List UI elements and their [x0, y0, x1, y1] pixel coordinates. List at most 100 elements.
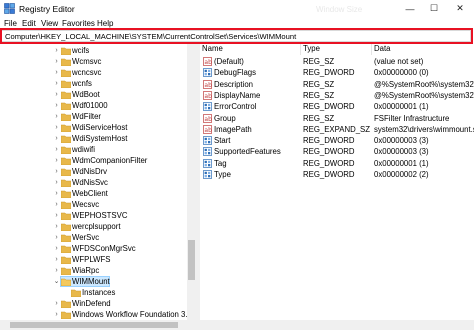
- chevron-right-icon[interactable]: ›: [52, 90, 61, 99]
- value-name: (Default): [214, 57, 244, 66]
- tree-vertical-scrollbar[interactable]: [187, 44, 196, 320]
- chevron-right-icon[interactable]: ›: [52, 244, 61, 253]
- tree-item[interactable]: › wercplsupport: [0, 221, 196, 232]
- menu-help[interactable]: Help: [97, 19, 113, 28]
- folder-icon: [61, 223, 71, 231]
- tree-item-label: wdiwifi: [72, 145, 95, 154]
- value-row[interactable]: ErrorControl REG_DWORD 0x00000001 (1): [200, 101, 474, 112]
- chevron-right-icon[interactable]: ›: [52, 255, 61, 264]
- tree-item[interactable]: › WinDefend: [0, 298, 196, 309]
- tree-item-label: WIMMount: [72, 277, 110, 286]
- tree-item[interactable]: › WebClient: [0, 188, 196, 199]
- tree-item[interactable]: › wdiwifi: [0, 144, 196, 155]
- tree-item[interactable]: Instances: [0, 287, 196, 298]
- value-type: REG_DWORD: [303, 170, 355, 179]
- tree-item[interactable]: › wcnfs: [0, 78, 196, 89]
- string-value-icon: ab: [203, 113, 212, 123]
- tree-item[interactable]: › Wdf01000: [0, 100, 196, 111]
- chevron-right-icon[interactable]: ›: [52, 299, 61, 308]
- value-row[interactable]: SupportedFeatures REG_DWORD 0x00000003 (3): [200, 146, 474, 157]
- value-data: 0x00000003 (3): [374, 136, 429, 146]
- chevron-right-icon[interactable]: ›: [52, 112, 61, 121]
- tree-item[interactable]: › WEPHOSTSVC: [0, 210, 196, 221]
- key-tree: › wcifs › Wcmsvc › wcncsvc › wcnfs › WdBoot › Wdf01…: [0, 44, 196, 330]
- tree-item[interactable]: ⌄ WIMMount: [0, 276, 196, 287]
- chevron-right-icon[interactable]: ›: [52, 57, 61, 66]
- close-button[interactable]: ✕: [446, 0, 474, 17]
- close-icon: ✕: [456, 3, 464, 13]
- column-header-type[interactable]: Type: [301, 44, 372, 55]
- value-row[interactable]: ab (Default) REG_SZ (value not set): [200, 56, 474, 67]
- folder-icon: [61, 58, 71, 66]
- tree-item[interactable]: › WiaRpc: [0, 265, 196, 276]
- chevron-right-icon[interactable]: ›: [52, 101, 61, 110]
- chevron-right-icon[interactable]: ›: [52, 123, 61, 132]
- minimize-button[interactable]: —: [397, 0, 423, 17]
- value-type: REG_SZ: [303, 113, 335, 123]
- value-row[interactable]: Type REG_DWORD 0x00000002 (2): [200, 169, 474, 180]
- tree-item[interactable]: › Wecsvc: [0, 199, 196, 210]
- chevron-right-icon[interactable]: ›: [52, 68, 61, 77]
- value-row[interactable]: ab ImagePath REG_EXPAND_SZ system32\drivers…: [200, 124, 474, 135]
- chevron-right-icon[interactable]: ›: [52, 211, 61, 220]
- chevron-right-icon[interactable]: ›: [52, 156, 61, 165]
- tree-item[interactable]: › WFPLWFS: [0, 254, 196, 265]
- value-row[interactable]: ab Group REG_SZ FSFilter Infrastructure: [200, 113, 474, 124]
- registry-editor-icon: [4, 3, 15, 14]
- tree-item[interactable]: › Windows Workflow Foundation 3.0.0: [0, 309, 196, 320]
- tree-item[interactable]: › WdNisDrv: [0, 166, 196, 177]
- chevron-right-icon[interactable]: ›: [52, 167, 61, 176]
- chevron-right-icon[interactable]: ›: [52, 46, 61, 55]
- value-row[interactable]: Start REG_DWORD 0x00000003 (3): [200, 135, 474, 146]
- chevron-right-icon[interactable]: ›: [52, 266, 61, 275]
- chevron-right-icon[interactable]: ›: [52, 134, 61, 143]
- tree-item[interactable]: › WdFilter: [0, 111, 196, 122]
- tree-item-label: WdNisDrv: [72, 167, 108, 176]
- chevron-right-icon[interactable]: ›: [52, 189, 61, 198]
- value-name: SupportedFeatures: [214, 147, 281, 157]
- tree-item[interactable]: › Wcmsvc: [0, 56, 196, 67]
- chevron-right-icon[interactable]: ›: [52, 200, 61, 209]
- chevron-right-icon[interactable]: ›: [52, 145, 61, 154]
- column-header-data[interactable]: Data: [372, 44, 474, 55]
- tree-item[interactable]: › WdNisSvc: [0, 177, 196, 188]
- maximize-button[interactable]: ☐: [421, 0, 447, 17]
- tree-horizontal-scrollbar[interactable]: [0, 320, 196, 330]
- tree-item-label: WdNisSvc: [72, 178, 108, 187]
- value-data: @%SystemRoot%\system32\drivers\wimmount.…: [374, 79, 474, 89]
- chevron-right-icon[interactable]: ›: [52, 233, 61, 242]
- menu-view[interactable]: View: [41, 19, 58, 28]
- chevron-right-icon[interactable]: ›: [52, 222, 61, 231]
- tree-item-label: WerSvc: [72, 233, 100, 242]
- tree-item[interactable]: › wcncsvc: [0, 67, 196, 78]
- tree-item[interactable]: › WdBoot: [0, 89, 196, 100]
- chevron-right-icon[interactable]: ›: [52, 178, 61, 187]
- tree-item-label: Wecsvc: [72, 200, 100, 209]
- window-title: Registry Editor: [19, 4, 75, 14]
- tree-scroll-thumb[interactable]: [188, 240, 195, 280]
- tree-item[interactable]: › WdmCompanionFilter: [0, 155, 196, 166]
- chevron-down-icon[interactable]: ⌄: [52, 277, 61, 286]
- value-type: REG_EXPAND_SZ: [303, 124, 371, 134]
- menu-favorites[interactable]: Favorites: [62, 19, 95, 28]
- value-row[interactable]: DebugFlags REG_DWORD 0x00000000 (0): [200, 67, 474, 78]
- folder-icon: [61, 311, 71, 319]
- column-header-name[interactable]: Name: [200, 44, 301, 55]
- tree-item[interactable]: › WerSvc: [0, 232, 196, 243]
- tree-item[interactable]: › wcifs: [0, 45, 196, 56]
- tree-item[interactable]: › WFDSConMgrSvc: [0, 243, 196, 254]
- value-row[interactable]: ab Description REG_SZ @%SystemRoot%\system3…: [200, 79, 474, 90]
- tree-item[interactable]: › WdiServiceHost: [0, 122, 196, 133]
- tree-hscroll-thumb[interactable]: [10, 322, 178, 328]
- tree-item-label: WFPLWFS: [72, 255, 111, 264]
- maximize-icon: ☐: [429, 3, 439, 13]
- folder-icon: [71, 289, 81, 297]
- chevron-right-icon[interactable]: ›: [52, 310, 61, 319]
- chevron-right-icon[interactable]: ›: [52, 79, 61, 88]
- menu-edit[interactable]: Edit: [22, 19, 36, 28]
- value-row[interactable]: Tag REG_DWORD 0x00000001 (1): [200, 158, 474, 169]
- folder-icon: [61, 91, 71, 99]
- tree-item[interactable]: › WdiSystemHost: [0, 133, 196, 144]
- menu-file[interactable]: File: [4, 19, 17, 28]
- value-row[interactable]: ab DisplayName REG_SZ @%SystemRoot%\system3…: [200, 90, 474, 101]
